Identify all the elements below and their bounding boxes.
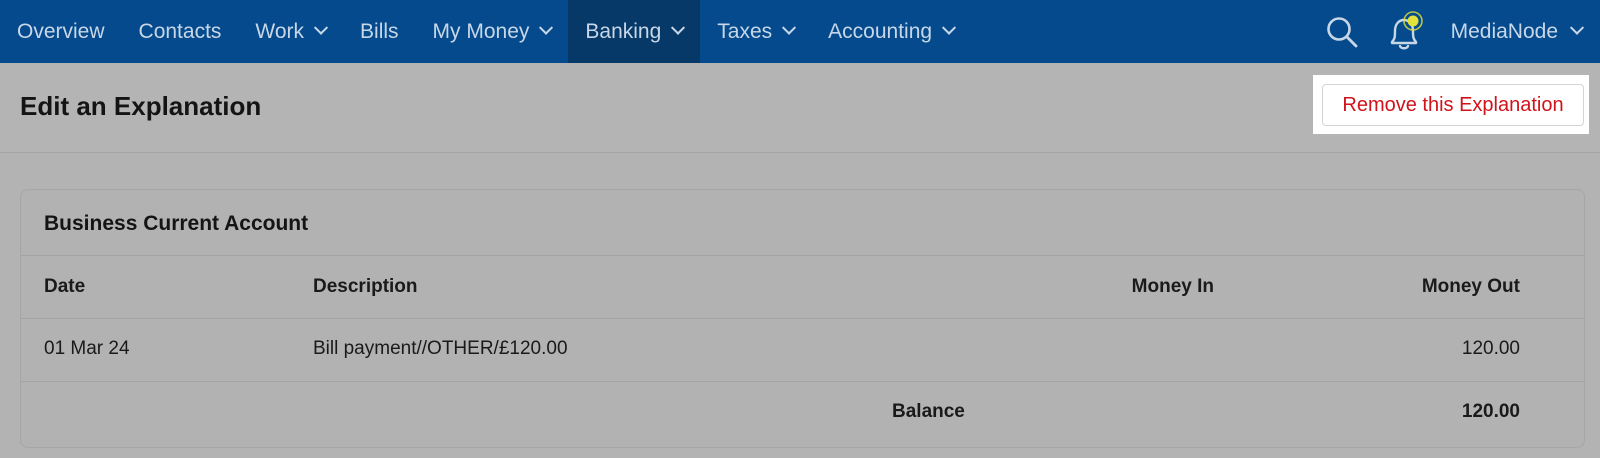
nav-banking[interactable]: Banking [568, 0, 701, 63]
transaction-card: Business Current Account Date Descriptio… [20, 189, 1585, 448]
nav-accounting-label: Accounting [828, 19, 933, 43]
nav-overview[interactable]: Overview [0, 0, 122, 63]
remove-explanation-highlight: Remove this Explanation [1313, 75, 1589, 134]
nav-my-money-label: My Money [432, 19, 530, 43]
account-name: MediaNode [1450, 19, 1558, 43]
balance-value: 120.00 [1461, 401, 1520, 422]
divider [21, 381, 1584, 382]
notifications-button[interactable] [1373, 0, 1435, 63]
nav-contacts-label: Contacts [138, 19, 222, 43]
chevron-down-icon [539, 20, 554, 35]
chevron-down-icon [671, 20, 686, 35]
column-header-description[interactable]: Description [313, 276, 418, 298]
search-button[interactable] [1311, 0, 1373, 63]
nav-my-money[interactable]: My Money [416, 0, 569, 63]
nav-contacts[interactable]: Contacts [122, 0, 239, 63]
page-title: Edit an Explanation [20, 91, 262, 121]
card-title: Business Current Account [44, 212, 309, 235]
nav-bills-label: Bills [360, 19, 399, 43]
row-date: 01 Mar 24 [44, 338, 130, 359]
chevron-down-icon [1569, 20, 1585, 35]
remove-explanation-button[interactable]: Remove this Explanation [1322, 84, 1584, 126]
nav-accounting[interactable]: Accounting [811, 0, 971, 63]
bell-icon [1390, 10, 1423, 49]
account-menu[interactable]: MediaNode [1435, 0, 1600, 63]
nav-taxes-label: Taxes [717, 19, 773, 43]
top-navigation: Overview Contacts Work Bills My Money Ba… [0, 0, 1600, 63]
nav-banking-label: Banking [585, 19, 662, 43]
nav-work-label: Work [255, 19, 305, 43]
column-header-money-in[interactable]: Money In [1021, 276, 1214, 298]
nav-overview-label: Overview [17, 19, 105, 43]
balance-label: Balance [892, 401, 965, 422]
chevron-down-icon [313, 20, 329, 35]
divider [21, 318, 1584, 319]
row-description: Bill payment//OTHER/£120.00 [313, 338, 568, 359]
column-header-money-out[interactable]: Money Out [1271, 276, 1520, 298]
remove-explanation-label: Remove this Explanation [1342, 93, 1564, 116]
search-icon [1326, 16, 1357, 47]
nav-work[interactable]: Work [238, 0, 343, 63]
nav-taxes[interactable]: Taxes [700, 0, 811, 63]
nav-bills[interactable]: Bills [343, 0, 416, 63]
chevron-down-icon [941, 20, 957, 35]
column-header-date[interactable]: Date [44, 276, 85, 298]
row-money-out: 120.00 [1461, 338, 1520, 359]
divider [21, 255, 1584, 256]
chevron-down-icon [782, 20, 797, 35]
nav-right-group: MediaNode [1311, 0, 1600, 63]
